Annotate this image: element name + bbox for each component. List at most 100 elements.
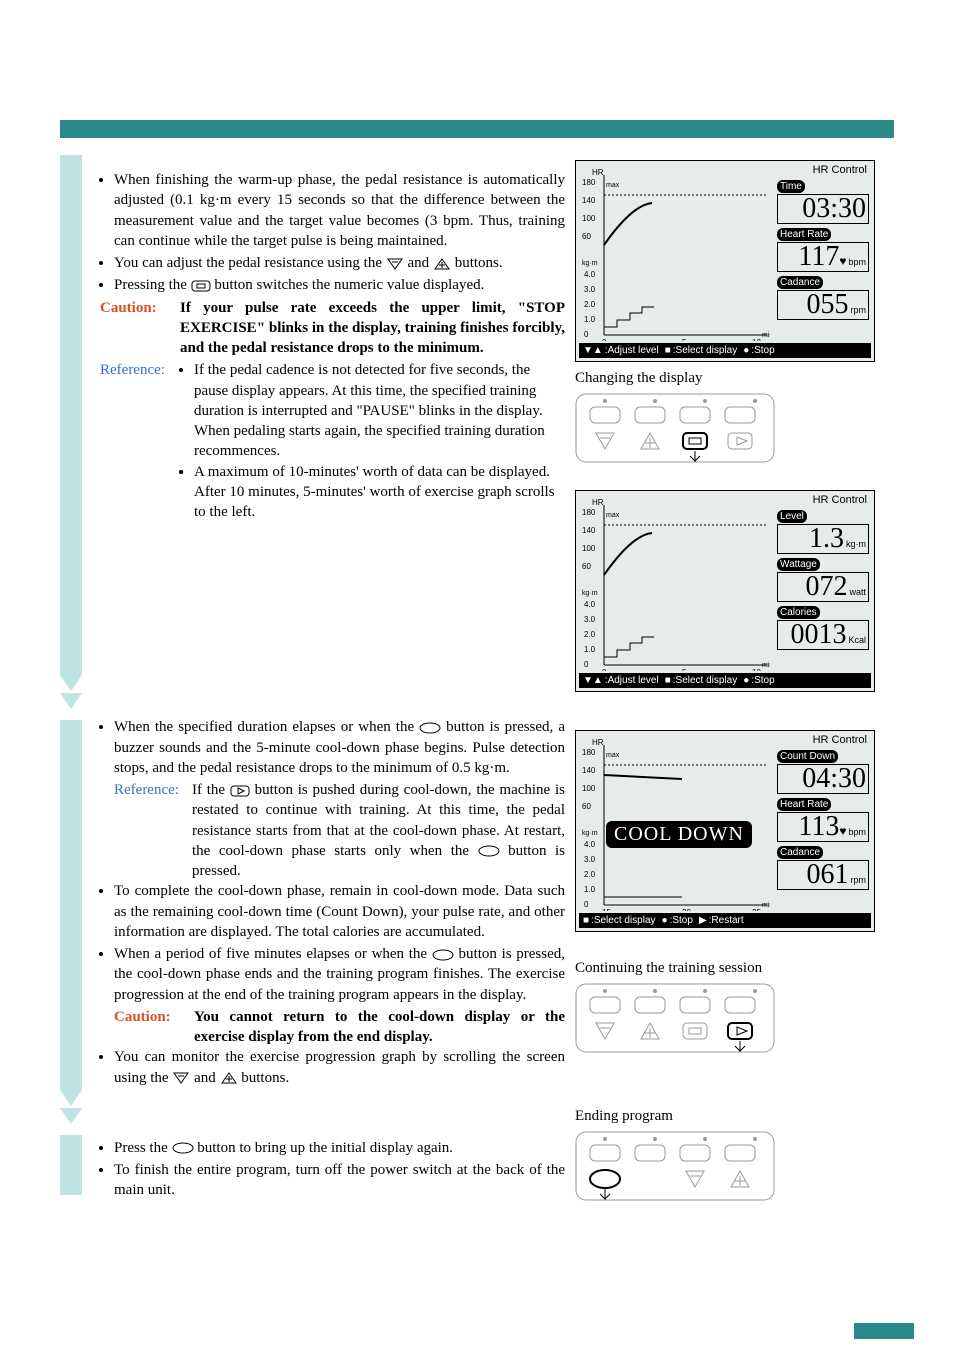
oval-button-icon [432,949,454,961]
figure-caption: Continuing the training session [575,960,875,977]
oval-button-icon [478,845,500,857]
minus-down-icon [172,1071,190,1085]
body-text: When a period of five minutes elapses or… [114,944,565,1005]
cooldown-banner: COOL DOWN [606,821,752,848]
body-text: You can monitor the exercise progression… [114,1047,565,1088]
readout-value: 04:30 [802,765,866,793]
svg-text:140: 140 [582,196,596,205]
svg-text:10: 10 [752,668,761,671]
caution-text: If your pulse rate exceeds the upper lim… [180,298,565,359]
readout-value: 117 [798,243,839,271]
rect-button-icon [191,280,211,292]
svg-text:kg·m: kg·m [582,590,598,597]
readout-label: Cadance [777,276,823,289]
svg-text:0: 0 [584,330,589,339]
readout-value: 0013 [790,621,846,649]
svg-text:HR: HR [592,738,604,747]
readout-label: Wattage [777,558,820,571]
chevron-down-icon [60,1090,82,1130]
readout-label: Calories [777,606,820,619]
figure-caption: Changing the display [575,370,875,387]
lcd-screen-3: HR 180 140 100 60 max kg·m 4.0 3.0 2.0 1… [575,730,875,932]
page-header-bar [60,120,894,138]
footer-hint: ■:Select display [583,915,656,926]
main-text-column: When finishing the warm-up phase, the pe… [100,170,565,1203]
reference-text: If the button is pushed during cool-down… [192,780,565,881]
caution-label: Caution: [100,298,170,359]
svg-text:max: max [606,182,620,189]
svg-text:60: 60 [582,562,591,571]
readout-value: 055 [807,291,849,319]
footer-hint: ▼▲:Adjust level [583,675,659,686]
svg-text:0: 0 [584,900,589,909]
svg-text:4.0: 4.0 [584,600,596,609]
svg-text:100: 100 [582,784,596,793]
reference-text: If the pedal cadence is not detected for… [194,360,565,461]
chevron-down-icon [60,675,82,715]
readout-label: Count Down [777,750,838,763]
lcd-graph-1: HR 180 140 100 60 max kg·m 4.0 3.0 2.0 1… [582,165,770,341]
svg-text:1.0: 1.0 [584,885,596,894]
svg-text:15: 15 [602,908,611,911]
readout-label: Heart Rate [777,228,831,241]
svg-text:60: 60 [582,232,591,241]
footer-hint: ▶:Restart [699,915,744,926]
svg-text:5: 5 [682,668,687,671]
svg-text:HR: HR [592,498,604,507]
caution-text: You cannot return to the cool-down displ… [194,1007,565,1048]
svg-text:3.0: 3.0 [584,855,596,864]
svg-text:20: 20 [682,908,691,911]
footer-hint: ■:Select display [665,345,738,356]
body-text: Pressing the button switches the numeric… [114,275,565,295]
lcd-title: HR Control [777,734,869,746]
readout-value: 061 [807,861,849,889]
readout-label: Level [777,510,807,523]
body-text: Press the button to bring up the initial… [114,1138,565,1158]
reference-label: Reference: [100,360,174,522]
heart-icon: ♥ [839,254,846,268]
readout-label: Cadance [777,846,823,859]
footer-hint: ■:Select display [665,675,738,686]
svg-text:kg·m: kg·m [582,830,598,837]
svg-text:min: min [762,902,770,909]
body-text: To complete the cool-down phase, remain … [114,881,565,942]
svg-text:1.0: 1.0 [584,315,596,324]
caution-label: Caution: [114,1007,184,1048]
svg-text:HR: HR [592,168,604,177]
lcd-screen-1: HR 180 140 100 60 max kg·m 4.0 3.0 2.0 1… [575,160,875,362]
oval-button-icon [172,1142,194,1154]
figure-caption: Ending program [575,1108,875,1125]
svg-text:2.0: 2.0 [584,300,596,309]
svg-text:4.0: 4.0 [584,840,596,849]
svg-text:0: 0 [584,660,589,669]
svg-text:180: 180 [582,178,596,187]
body-text: When the specified duration elapses or w… [114,717,565,778]
svg-text:max: max [606,752,620,759]
footer-hint: ●:Stop [743,345,774,356]
svg-text:60: 60 [582,802,591,811]
svg-text:kg·m: kg·m [582,260,598,267]
svg-text:0: 0 [602,668,607,671]
lcd-screen-2: HR 180 140 100 60 max kg·m 4.0 3.0 2.0 1… [575,490,875,692]
lcd-title: HR Control [777,164,869,176]
lcd-title: HR Control [777,494,869,506]
svg-text:2.0: 2.0 [584,870,596,879]
svg-text:1.0: 1.0 [584,645,596,654]
svg-text:10: 10 [752,338,761,341]
svg-text:min: min [762,662,770,669]
svg-text:180: 180 [582,508,596,517]
footer-hint: ▼▲:Adjust level [583,345,659,356]
body-text: When finishing the warm-up phase, the pe… [114,170,565,251]
svg-text:140: 140 [582,526,596,535]
control-pad-3 [575,1131,775,1201]
svg-text:4.0: 4.0 [584,270,596,279]
oval-button-icon [419,722,441,734]
plus-up-icon [433,257,451,271]
svg-text:180: 180 [582,748,596,757]
footer-hint: ●:Stop [662,915,693,926]
reference-label: Reference: [114,780,188,881]
footer-hint: ●:Stop [743,675,774,686]
svg-text:min: min [762,332,770,339]
reference-text: A maximum of 10-minutes' worth of data c… [194,462,565,523]
svg-text:25: 25 [752,908,761,911]
